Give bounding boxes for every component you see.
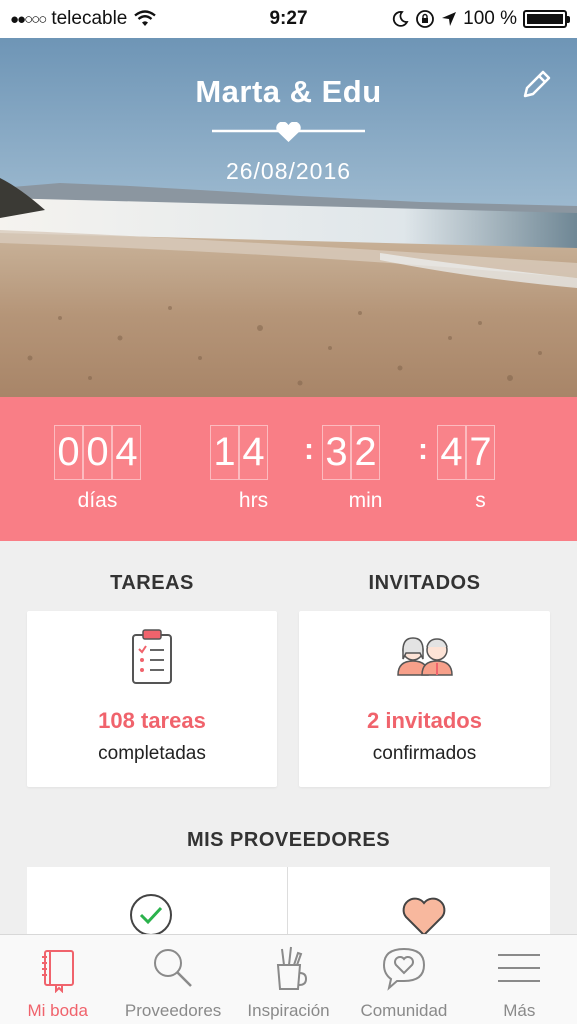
status-bar: ●●○○○ telecable 9:27 100 % bbox=[0, 0, 577, 38]
wifi-icon bbox=[134, 10, 157, 26]
countdown-digit: 0 bbox=[54, 425, 83, 480]
tab-bar: Mi boda Proveedores Inspiración Comunida… bbox=[0, 934, 577, 1024]
tab-comunidad[interactable]: Comunidad bbox=[346, 935, 461, 1024]
tab-mi-boda[interactable]: Mi boda bbox=[0, 935, 115, 1024]
tab-label: Más bbox=[503, 1001, 536, 1020]
countdown-days: 0 0 4 bbox=[54, 425, 141, 480]
guests-count: 2 invitados bbox=[367, 708, 482, 733]
countdown-digit: 2 bbox=[351, 425, 380, 480]
countdown-digit: 7 bbox=[466, 425, 495, 480]
hero-banner: Marta & Edu 26/08/2016 bbox=[0, 38, 577, 397]
heart-icon bbox=[402, 897, 446, 937]
edit-pencil-icon[interactable] bbox=[519, 68, 553, 102]
brush-jar-icon bbox=[276, 946, 307, 990]
chat-heart-icon bbox=[382, 947, 425, 991]
signal-strength-icon: ●●○○○ bbox=[10, 10, 47, 28]
battery-level bbox=[527, 14, 563, 24]
label-seconds: s bbox=[475, 489, 486, 512]
label-days: días bbox=[77, 489, 118, 512]
tab-label: Proveedores bbox=[124, 1001, 222, 1020]
countdown-digit: 4 bbox=[239, 425, 268, 480]
guests-status: confirmados bbox=[372, 743, 477, 764]
battery-icon bbox=[523, 10, 570, 28]
notebook-icon bbox=[41, 950, 74, 993]
countdown-digit: 0 bbox=[83, 425, 112, 480]
search-icon bbox=[154, 949, 192, 987]
countdown-digit: 3 bbox=[322, 425, 351, 480]
check-circle-icon bbox=[130, 894, 172, 936]
tasks-card[interactable]: 108 tareas completadas bbox=[27, 611, 277, 787]
status-left: ●●○○○ telecable bbox=[10, 8, 157, 30]
location-arrow-icon bbox=[442, 12, 457, 26]
moon-icon bbox=[392, 11, 409, 27]
vendors-heading: MIS PROVEEDORES bbox=[186, 829, 391, 851]
countdown-digit: 1 bbox=[210, 425, 239, 480]
carrier-name: telecable bbox=[51, 8, 128, 29]
countdown-seconds: 4 7 bbox=[437, 425, 495, 480]
tab-mas[interactable]: Más bbox=[462, 935, 577, 1024]
countdown-digit: 4 bbox=[437, 425, 466, 480]
countdown-separator: : bbox=[418, 433, 428, 466]
label-minutes: min bbox=[348, 489, 383, 512]
countdown-minutes: 3 2 bbox=[322, 425, 380, 480]
rotation-lock-icon bbox=[416, 10, 435, 28]
tab-label: Mi boda bbox=[27, 1001, 88, 1020]
tasks-count: 108 tareas bbox=[98, 708, 206, 733]
tab-proveedores[interactable]: Proveedores bbox=[115, 935, 230, 1024]
wedding-date: 26/08/2016 bbox=[225, 158, 352, 184]
tasks-heading: TAREAS bbox=[110, 572, 194, 594]
battery-percent: 100 % bbox=[463, 8, 517, 29]
countdown-hours: 1 4 bbox=[210, 425, 268, 480]
tasks-status: completadas bbox=[98, 743, 206, 764]
label-hours: hrs bbox=[238, 489, 269, 512]
countdown-separator: : bbox=[304, 433, 314, 466]
countdown-panel: 0 0 4 1 4 : 3 2 : 4 7 días hrs min s bbox=[0, 397, 577, 541]
guests-heading: INVITADOS bbox=[368, 572, 481, 594]
menu-icon bbox=[498, 954, 541, 982]
status-right: 100 % bbox=[391, 8, 570, 30]
tab-label: Comunidad bbox=[360, 1001, 448, 1020]
heart-divider-icon bbox=[212, 122, 365, 142]
tab-inspiracion[interactable]: Inspiración bbox=[231, 935, 346, 1024]
countdown-digit: 4 bbox=[112, 425, 141, 480]
clipboard-checklist-icon bbox=[132, 629, 172, 684]
tab-label: Inspiración bbox=[247, 1001, 330, 1020]
guests-card[interactable]: 2 invitados confirmados bbox=[299, 611, 550, 787]
couple-names: Marta & Edu bbox=[195, 74, 382, 109]
couple-guests-icon bbox=[396, 637, 453, 676]
